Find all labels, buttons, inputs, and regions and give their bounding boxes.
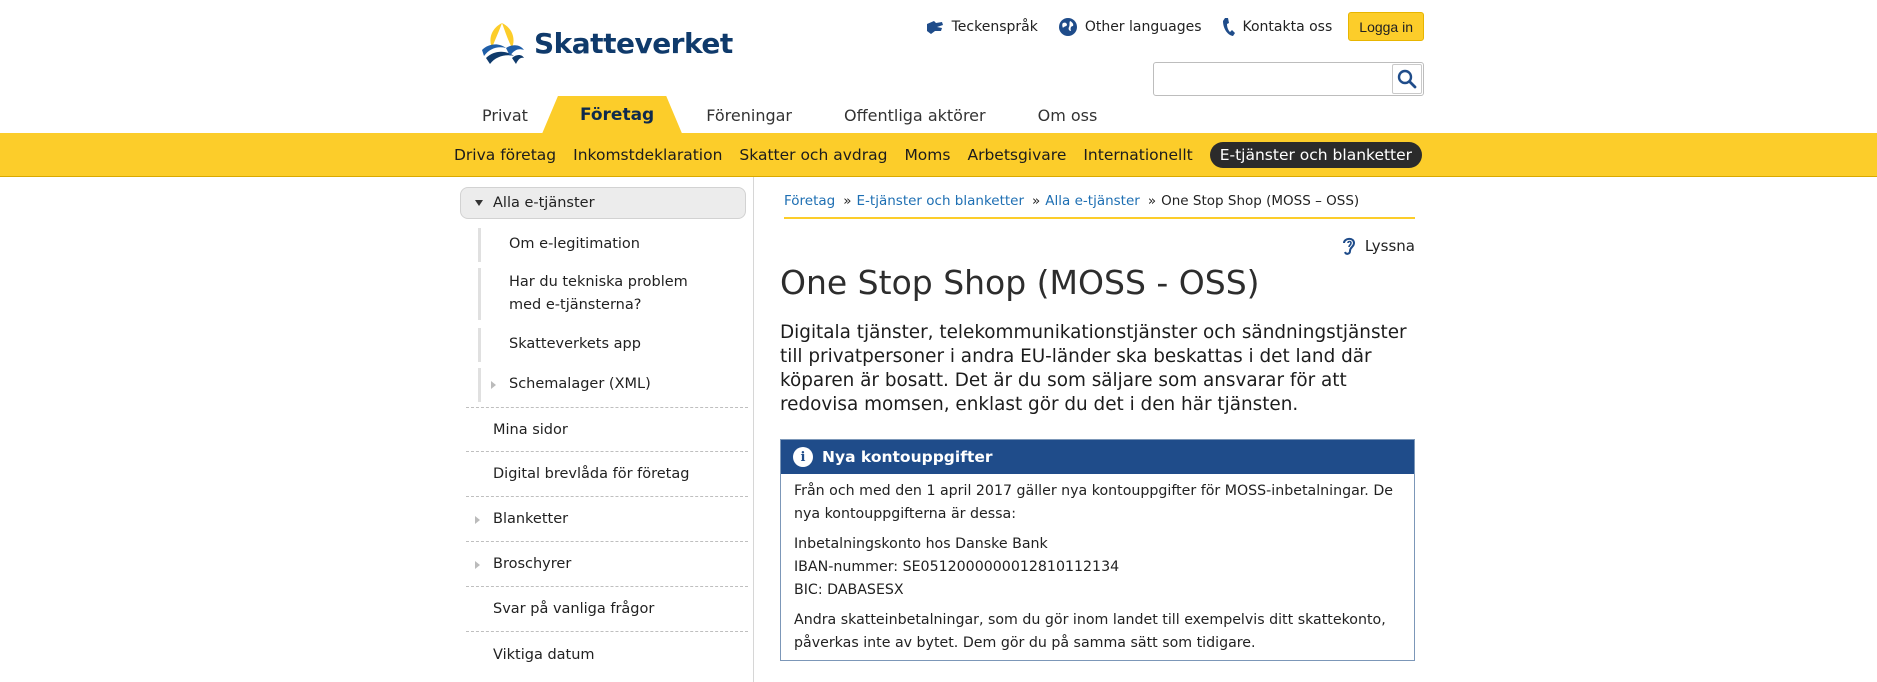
tab-foretag[interactable]: Företag [542, 96, 682, 134]
subnav-skatter-och-avdrag[interactable]: Skatter och avdrag [739, 146, 887, 164]
subnav-inkomstdeklaration[interactable]: Inkomstdeklaration [573, 146, 722, 164]
sidebar-item-viktiga-datum[interactable]: Viktiga datum [466, 632, 748, 677]
info-icon: i [793, 447, 813, 467]
login-button[interactable]: Logga in [1348, 12, 1424, 41]
sidebar-subitem-skatteverkets-app[interactable]: Skatteverkets app [478, 328, 736, 362]
sidebar-item-alla-e-tjanster[interactable]: Alla e-tjänster [460, 187, 746, 219]
sign-language-icon [926, 20, 943, 34]
breadcrumb: Företag » E-tjänster och blanketter » Al… [784, 193, 1415, 219]
phone-icon [1222, 17, 1235, 36]
sidebar-item-label: Alla e-tjänster [493, 195, 595, 211]
sidebar-item-blanketter[interactable]: Blanketter [466, 497, 748, 542]
sidebar-item-broschyrer[interactable]: Broschyrer [466, 542, 748, 587]
caret-right-icon [491, 381, 496, 389]
sidebar-subitem-label: Om e-legitimation [509, 236, 640, 252]
sidebar-item-label: Mina sidor [493, 421, 568, 438]
other-languages-link[interactable]: Other languages [1058, 17, 1202, 37]
search-box [1153, 62, 1424, 96]
breadcrumb-current: One Stop Shop (MOSS – OSS) [1161, 193, 1360, 209]
account-line: Inbetalningskonto hos Danske Bank [794, 536, 1048, 552]
breadcrumb-link-foretag[interactable]: Företag [784, 193, 835, 209]
contact-label: Kontakta oss [1242, 18, 1333, 35]
sidebar-subitem-om-e-legitimation[interactable]: Om e-legitimation [478, 228, 736, 262]
sidebar-item-label: Broschyrer [493, 556, 572, 572]
info-box-header: i Nya kontouppgifter [781, 440, 1414, 474]
sign-language-link[interactable]: Teckenspråk [925, 18, 1038, 36]
sub-navigation: Driva företag Inkomstdeklaration Skatter… [0, 133, 1877, 177]
subnav-e-tjanster-och-blanketter[interactable]: E-tjänster och blanketter [1209, 142, 1423, 168]
sidebar-item-label: Viktiga datum [493, 646, 595, 663]
info-box-body: Från och med den 1 april 2017 gäller nya… [781, 474, 1414, 655]
page: Skatteverket Teckenspråk Other languages… [0, 0, 1877, 682]
search-icon [1397, 69, 1417, 89]
caret-right-icon [475, 516, 480, 524]
sidebar-subitem-label: Har du tekniska problem med e-tjänsterna… [509, 274, 688, 313]
column-divider [753, 177, 754, 682]
breadcrumb-separator: » [1032, 193, 1041, 209]
contact-link[interactable]: Kontakta oss [1222, 17, 1333, 37]
sidebar-item-label: Digital brevlåda för företag [493, 466, 690, 482]
sidebar-item-label: Svar på vanliga frågor [493, 601, 655, 617]
account-details: Inbetalningskonto hos Danske Bank IBAN-n… [794, 533, 1402, 602]
tab-privat[interactable]: Privat [444, 96, 556, 134]
globe-icon [1058, 17, 1077, 36]
breadcrumb-link-alla-e-tjanster[interactable]: Alla e-tjänster [1045, 193, 1140, 209]
subnav-moms[interactable]: Moms [904, 146, 950, 164]
info-paragraph: Andra skatteinbetalningar, som du gör in… [794, 612, 1386, 651]
breadcrumb-separator: » [843, 193, 852, 209]
info-box-title: Nya kontouppgifter [822, 448, 993, 466]
sidebar-item-digital-brevlada[interactable]: Digital brevlåda för företag [466, 452, 748, 497]
sidebar-item-svar-pa-vanliga-fragor[interactable]: Svar på vanliga frågor [466, 587, 748, 632]
breadcrumb-separator: » [1147, 193, 1157, 209]
iban-line: IBAN-nummer: SE0512000000012810112134 [794, 559, 1120, 575]
tab-foreningar[interactable]: Föreningar [668, 96, 820, 134]
ear-icon [1342, 237, 1355, 255]
sidebar-subitem-schemalager[interactable]: Schemalager (XML) [478, 368, 736, 402]
listen-button[interactable]: Lyssna [1341, 235, 1415, 257]
page-title: One Stop Shop (MOSS - OSS) [780, 263, 1260, 302]
info-paragraph: Från och med den 1 april 2017 gäller nya… [794, 483, 1393, 522]
sidebar-item-mina-sidor[interactable]: Mina sidor [466, 407, 748, 452]
search-input[interactable] [1158, 66, 1390, 92]
caret-right-icon [475, 561, 480, 569]
tab-offentliga-aktorer[interactable]: Offentliga aktörer [806, 96, 1014, 134]
sidebar-subitem-label: Skatteverkets app [509, 336, 641, 352]
logo-text: Skatteverket [534, 26, 733, 60]
skatteverket-logo[interactable]: Skatteverket [478, 20, 733, 66]
bic-line: BIC: DABASESX [794, 582, 904, 598]
lead-paragraph: Digitala tjänster, telekommunikationstjä… [780, 322, 1407, 415]
subnav-driva-foretag[interactable]: Driva företag [454, 146, 556, 164]
tab-om-oss[interactable]: Om oss [1000, 96, 1126, 134]
breadcrumb-link-e-tjanster[interactable]: E-tjänster och blanketter [857, 193, 1025, 209]
sidebar-subitem-label: Schemalager (XML) [509, 376, 651, 392]
listen-label: Lyssna [1364, 237, 1415, 255]
sidebar-subitem-tekniska-problem[interactable]: Har du tekniska problem med e-tjänsterna… [478, 268, 736, 320]
other-languages-label: Other languages [1084, 18, 1202, 35]
subnav-internationellt[interactable]: Internationellt [1083, 146, 1192, 164]
subnav-arbetsgivare[interactable]: Arbetsgivare [967, 146, 1066, 164]
top-links: Teckenspråk Other languages Kontakta oss… [905, 12, 1424, 41]
caret-down-icon [475, 200, 483, 206]
sidebar: Alla e-tjänster Om e-legitimation Har du… [460, 177, 752, 682]
sidebar-item-label: Blanketter [493, 511, 569, 527]
skatteverket-crown-icon [482, 23, 524, 64]
info-box: i Nya kontouppgifter Från och med den 1 … [780, 439, 1415, 661]
main-tabs: Privat Företag Föreningar Offentliga akt… [444, 96, 1111, 134]
search-button[interactable] [1392, 64, 1422, 94]
sign-language-label: Teckenspråk [951, 18, 1038, 35]
